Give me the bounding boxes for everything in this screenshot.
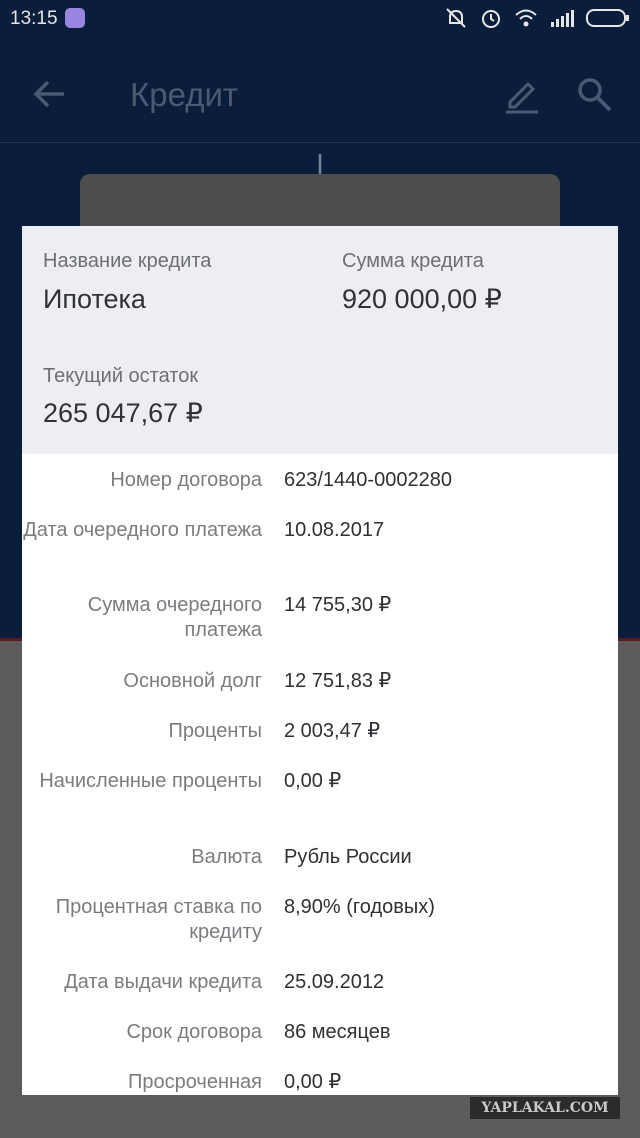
dialog-header: Название кредита Ипотека Сумма кредита 9…	[22, 226, 618, 454]
detail-label: Проценты	[168, 720, 262, 742]
loan-amount-value: 920 000,00 ₽	[342, 284, 502, 314]
page-title: Кредит	[130, 76, 239, 113]
loan-name-value: Ипотека	[43, 284, 146, 314]
detail-value: 25.09.2012	[284, 971, 385, 993]
back-arrow-icon	[33, 80, 64, 108]
detail-value: 12 751,83 ₽	[284, 670, 392, 692]
app-icon	[65, 8, 85, 28]
detail-value: 2 003,47 ₽	[284, 720, 381, 742]
app-bar-divider	[0, 142, 640, 143]
detail-label: Срок договора	[126, 1021, 262, 1043]
back-button[interactable]	[28, 72, 72, 116]
detail-value: 86 месяцев	[284, 1021, 391, 1043]
alarm-icon	[482, 10, 500, 28]
loan-details-dialog: Название кредита Ипотека Сумма кредита 9…	[22, 226, 618, 1095]
detail-label: Валюта	[191, 846, 262, 868]
watermark: YAPLAKAL.COM	[470, 1097, 620, 1119]
detail-label: Процентная ставка по кредиту	[55, 896, 262, 943]
status-bar: 13:15	[0, 0, 640, 36]
detail-label: Начисленные проценты	[39, 770, 262, 792]
detail-label: Дата очередного платежа	[23, 519, 262, 541]
detail-value: 0,00 ₽	[284, 1071, 342, 1093]
status-icons	[444, 6, 630, 30]
search-button[interactable]	[572, 72, 616, 116]
edit-button[interactable]	[500, 72, 544, 116]
detail-value: 623/1440-0002280	[284, 469, 452, 491]
loan-name-label: Название кредита	[43, 250, 212, 272]
battery-icon	[586, 9, 629, 27]
app-bar: Кредит	[0, 52, 640, 142]
loan-amount-label: Сумма кредита	[342, 250, 484, 272]
detail-value: 10.08.2017	[284, 519, 385, 541]
detail-label: Сумма очередного платежа	[87, 594, 262, 641]
detail-value: 0,00 ₽	[284, 770, 342, 792]
status-time: 13:15	[10, 8, 58, 29]
signal-icon	[551, 10, 574, 27]
balance-value: 265 047,67 ₽	[43, 398, 203, 428]
detail-label: Просроченная	[127, 1071, 262, 1093]
wifi-icon	[515, 9, 537, 27]
detail-value: Рубль России	[284, 846, 412, 868]
mute-icon	[446, 8, 466, 28]
search-icon	[578, 78, 612, 112]
edit-icon	[506, 81, 538, 114]
detail-label: Номер договора	[110, 469, 262, 491]
balance-label: Текущий остаток	[43, 365, 199, 387]
detail-value: 14 755,30 ₽	[284, 594, 392, 616]
detail-label: Дата выдачи кредита	[64, 971, 262, 993]
detail-value: 8,90% (годовых)	[284, 896, 435, 918]
detail-label: Основной долг	[123, 670, 262, 692]
